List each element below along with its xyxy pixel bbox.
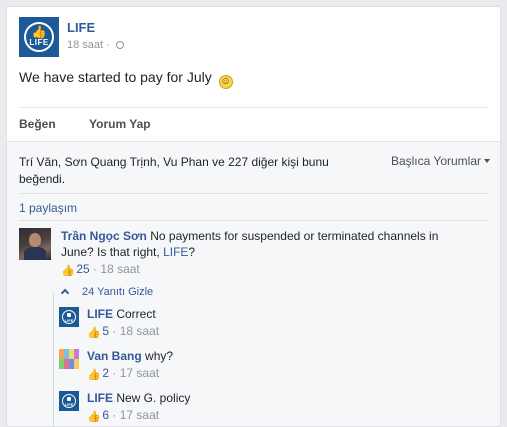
reply-text: New G. policy [116, 391, 191, 405]
top-comments-sort-dropdown[interactable]: Başlıca Yorumlar [391, 154, 490, 168]
avatar-body [24, 247, 46, 260]
logo-text: LIFE [64, 318, 74, 323]
sort-label: Başlıca Yorumlar [390, 154, 481, 168]
reply-timestamp[interactable]: 18 saat [120, 324, 159, 338]
post-timestamp[interactable]: 18 saat [67, 39, 103, 51]
reply-body: LIFE Correct [87, 307, 156, 321]
reply-text: Correct [116, 307, 156, 321]
reply-avatar[interactable]: LIFE [59, 307, 79, 327]
like-button[interactable]: Beğen [19, 117, 56, 131]
reply-meta: 👍 2 · 17 saat [87, 366, 159, 381]
divider [19, 107, 489, 108]
hide-replies-label: 24 Yanıtı Gizle [82, 286, 154, 298]
comment-text-end: ? [188, 245, 196, 259]
comment-author-link[interactable]: Trần Ngọc Sơn [61, 229, 147, 243]
comment-item: Trần Ngọc Sơn No payments for suspended … [19, 228, 489, 288]
avatar-face [29, 233, 41, 247]
commenter-avatar[interactable] [19, 228, 51, 260]
meta-separator: · [112, 324, 117, 338]
reply-author-link[interactable]: LIFE [87, 391, 113, 405]
post-message: We have started to pay for July ☺ [19, 69, 233, 89]
reply-avatar[interactable] [59, 349, 79, 369]
reply-author-link[interactable]: Van Bang [87, 349, 142, 363]
thumbs-up-icon: 👍 [31, 25, 47, 39]
like-thumb-icon: 👍 [87, 327, 101, 339]
reply-item: LIFE LIFE New G. policy 👍 6 · 17 saat [59, 391, 489, 425]
meta-separator: · [106, 39, 110, 51]
reply-item: Van Bang why? 👍 2 · 17 saat [59, 349, 489, 383]
comment-button[interactable]: Yorum Yap [89, 117, 151, 131]
reply-timestamp[interactable]: 17 saat [120, 408, 159, 422]
reply-timestamp[interactable]: 17 saat [120, 366, 159, 380]
thumbs-up-icon [67, 397, 71, 401]
like-thumb-icon: 👍 [87, 369, 101, 381]
reply-item: LIFE LIFE Correct 👍 5 · 18 saat [59, 307, 489, 341]
comment-like-count[interactable]: 25 [76, 262, 89, 276]
reply-text: why? [145, 349, 174, 363]
reply-body: LIFE New G. policy [87, 391, 190, 405]
reply-meta: 👍 5 · 18 saat [87, 324, 159, 339]
globe-icon[interactable] [115, 41, 124, 49]
post-actions: Beğen Yorum Yap [19, 109, 489, 137]
page-name-link[interactable]: LIFE [67, 20, 95, 35]
comment-timestamp[interactable]: 18 saat [100, 262, 139, 276]
reply-thread-line [53, 293, 54, 427]
post-header: 👍 LIFE LIFE 18 saat · [19, 17, 479, 59]
chevron-up-icon [60, 288, 70, 298]
reply-like-count[interactable]: 2 [102, 366, 109, 380]
reply-avatar[interactable]: LIFE [59, 391, 79, 411]
meta-separator: · [112, 408, 117, 422]
page-avatar[interactable]: 👍 LIFE [19, 17, 59, 57]
reply-meta: 👍 6 · 17 saat [87, 408, 159, 423]
comment-meta: 👍 25 · 18 saat [61, 262, 140, 277]
logo-text: LIFE [64, 402, 74, 407]
shares-link[interactable]: 1 paylaşım [19, 201, 77, 215]
post-meta: 18 saat · [67, 39, 124, 51]
divider [19, 220, 489, 221]
like-thumb-icon: 👍 [87, 411, 101, 423]
like-thumb-icon: 👍 [61, 265, 75, 277]
caret-down-icon [484, 159, 490, 163]
logo-text: LIFE [29, 38, 49, 47]
thumbs-up-icon [67, 313, 71, 317]
meta-separator: · [112, 366, 117, 380]
reply-like-count[interactable]: 5 [102, 324, 109, 338]
divider [19, 193, 489, 194]
feedback-section: Trí Văn, Sơn Quang Trịnh, Vu Phan ve 227… [7, 141, 500, 426]
reply-like-count[interactable]: 6 [102, 408, 109, 422]
meta-separator: · [93, 262, 98, 276]
likers-summary[interactable]: Trí Văn, Sơn Quang Trịnh, Vu Phan ve 227… [19, 154, 369, 188]
reply-author-link[interactable]: LIFE [87, 307, 113, 321]
mention-link[interactable]: LIFE [163, 245, 188, 259]
smiley-emoji-icon: ☺ [218, 75, 233, 89]
post-message-text: We have started to pay for July [19, 69, 212, 85]
comment-body: Trần Ngọc Sơn No payments for suspended … [61, 228, 451, 260]
hide-replies-toggle[interactable]: 24 Yanıtı Gizle [60, 286, 154, 298]
reply-body: Van Bang why? [87, 349, 173, 363]
